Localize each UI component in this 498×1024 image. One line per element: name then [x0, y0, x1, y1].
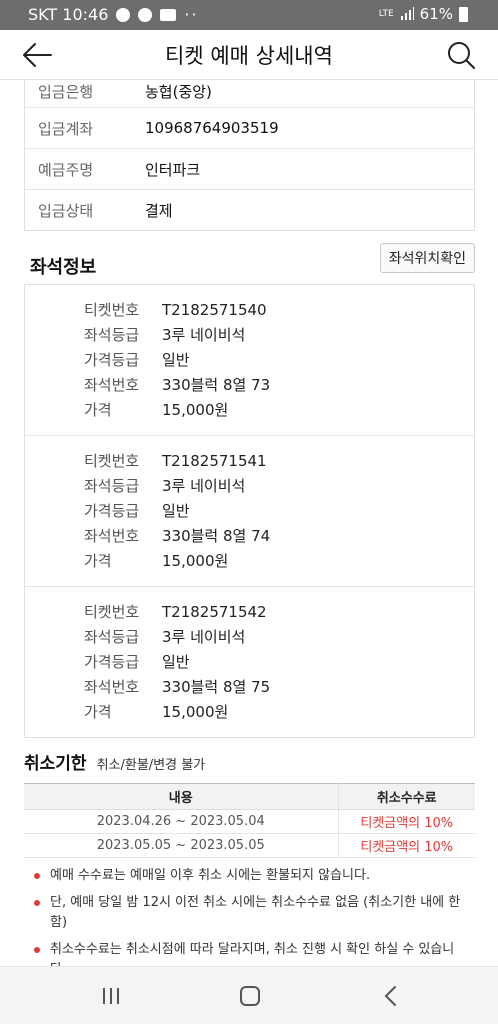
system-nav-bar: [0, 966, 498, 1024]
seat-info-title: 좌석정보: [30, 257, 97, 278]
ticket-item: 티켓번호 T2182571541 좌석등급 3루 네이비석 가격등급 일반 좌석번호 3…: [25, 435, 474, 586]
price-grade-value: 일반: [162, 653, 190, 671]
image-icon: [160, 8, 177, 21]
ticket-row: 가격등급 일반: [25, 649, 474, 674]
signal-icon: [400, 7, 414, 20]
seat-grade-value: 3루 네이비석: [162, 628, 246, 646]
deposit-row-bank: 입금은행 농협(중앙): [25, 80, 474, 107]
price-grade-value: 일반: [162, 502, 190, 520]
deposit-row-holder: 예금주명 인터파크: [25, 148, 474, 189]
price-grade-label: 가격등급: [84, 653, 140, 671]
seat-no-label: 좌석번호: [84, 527, 140, 545]
price-value: 15,000원: [162, 552, 229, 570]
deposit-label: 예금주명: [38, 160, 94, 179]
ticket-row: 티켓번호 T2182571541: [25, 448, 474, 473]
ticket-no-label: 티켓번호: [84, 452, 140, 470]
cancel-deadline-header: 취소기한 취소/환불/변경 불가: [24, 749, 205, 774]
note-item: 취소수수료는 취소시점에 따라 달라지며, 취소 진행 시 확인 하실 수 있습…: [34, 940, 470, 966]
chat-icon: [116, 7, 131, 22]
price-value: 15,000원: [162, 703, 229, 721]
ticket-item: 티켓번호 T2182571542 좌석등급 3루 네이비석 가격등급 일반 좌석번호 3…: [25, 586, 474, 737]
price-value: 15,000원: [162, 401, 229, 419]
deposit-value: 인터파크: [145, 160, 201, 179]
deposit-label: 입금상태: [38, 201, 94, 220]
seat-no-value: 330블럭 8열 74: [162, 527, 271, 545]
note-item: 예매 수수료는 예매일 이후 취소 시에는 환불되지 않습니다.: [34, 866, 470, 886]
deposit-row-account: 입금계좌 10968764903519: [25, 107, 474, 148]
cancel-fee-table: 내용 취소수수료 2023.04.26 ~ 2023.05.04 티켓금액의 1…: [24, 783, 475, 858]
carrier-time: SKT 10:46: [28, 5, 109, 24]
ticket-row: 가격 15,000원: [25, 699, 474, 724]
table-header-row: 내용 취소수수료: [24, 783, 475, 810]
battery-icon: [459, 6, 468, 22]
column-header-content: 내용: [24, 783, 339, 810]
ticket-list: 티켓번호 T2182571540 좌석등급 3루 네이비석 가격등급 일반 좌석번호 3…: [24, 284, 475, 738]
price-label: 가격: [84, 703, 112, 721]
deposit-value: 결제: [145, 201, 173, 220]
ticket-no-label: 티켓번호: [84, 603, 140, 621]
recent-apps-icon[interactable]: [96, 983, 126, 1009]
ticket-row: 좌석번호 330블럭 8열 73: [25, 372, 474, 397]
ticket-no-value: T2182571542: [162, 602, 267, 621]
seat-no-value: 330블럭 8열 75: [162, 678, 271, 696]
seat-grade-label: 좌석등급: [84, 628, 140, 646]
cancel-notes: 예매 수수료는 예매일 이후 취소 시에는 환불되지 않습니다. 단, 예매 당…: [34, 866, 470, 966]
price-grade-label: 가격등급: [84, 351, 140, 369]
table-row: 2023.05.05 ~ 2023.05.05 티켓금액의 10%: [24, 833, 475, 858]
price-grade-label: 가격등급: [84, 502, 140, 520]
ticket-row: 가격등급 일반: [25, 347, 474, 372]
ticket-row: 가격 15,000원: [25, 397, 474, 422]
column-header-fee: 취소수수료: [338, 783, 475, 810]
seat-grade-label: 좌석등급: [84, 326, 140, 344]
search-icon[interactable]: [446, 40, 476, 70]
period-cell: 2023.04.26 ~ 2023.05.04: [24, 809, 339, 834]
ticket-row: 좌석등급 3루 네이비석: [25, 473, 474, 498]
cancel-deadline-title: 취소기한: [24, 754, 87, 774]
battery-level: 61%: [419, 5, 453, 23]
home-icon[interactable]: [235, 983, 265, 1009]
ticket-no-label: 티켓번호: [84, 301, 140, 319]
deposit-info: 입금은행 농협(중앙) 입금계좌 10968764903519 예금주명 인터파…: [24, 80, 475, 231]
ticket-row: 티켓번호 T2182571542: [25, 599, 474, 624]
period-cell: 2023.05.05 ~ 2023.05.05: [24, 833, 339, 858]
deposit-label: 입금은행: [38, 83, 94, 101]
seat-grade-value: 3루 네이비석: [162, 477, 246, 495]
price-grade-value: 일반: [162, 351, 190, 369]
ticket-no-value: T2182571540: [162, 300, 267, 319]
fee-cell: 티켓금액의 10%: [338, 833, 475, 858]
ticket-row: 가격 15,000원: [25, 548, 474, 573]
app-header: 티켓 예매 상세내역: [0, 30, 498, 80]
note-item: 단, 예매 당일 밤 12시 이전 취소 시에는 취소수수료 없음 (취소기한 …: [34, 893, 470, 933]
ticket-row: 가격등급 일반: [25, 498, 474, 523]
deposit-label: 입금계좌: [38, 119, 94, 138]
ticket-item: 티켓번호 T2182571540 좌석등급 3루 네이비석 가격등급 일반 좌석번호 3…: [25, 285, 474, 435]
status-bar: SKT 10:46 ·· LTE 61%: [0, 0, 498, 30]
content-area[interactable]: 입금은행 농협(중앙) 입금계좌 10968764903519 예금주명 인터파…: [0, 80, 498, 966]
ticket-row: 좌석등급 3루 네이비석: [25, 322, 474, 347]
price-label: 가격: [84, 401, 112, 419]
ticket-row: 티켓번호 T2182571540: [25, 297, 474, 322]
table-row: 2023.04.26 ~ 2023.05.04 티켓금액의 10%: [24, 809, 475, 834]
deposit-row-status: 입금상태 결제: [25, 189, 474, 230]
page-title: 티켓 예매 상세내역: [165, 44, 333, 68]
fee-cell: 티켓금액의 10%: [338, 809, 475, 834]
settings-icon: [138, 7, 153, 22]
price-label: 가격: [84, 552, 112, 570]
seat-grade-value: 3루 네이비석: [162, 326, 246, 344]
more-notifications-icon: ··: [184, 5, 199, 24]
deposit-value: 10968764903519: [145, 119, 279, 137]
seat-no-label: 좌석번호: [84, 678, 140, 696]
seat-no-value: 330블럭 8열 73: [162, 376, 271, 394]
ticket-row: 좌석등급 3루 네이비석: [25, 624, 474, 649]
seat-no-label: 좌석번호: [84, 376, 140, 394]
cancel-deadline-note: 취소/환불/변경 불가: [96, 758, 206, 773]
network-type: LTE: [378, 8, 394, 19]
ticket-row: 좌석번호 330블럭 8열 75: [25, 674, 474, 699]
ticket-row: 좌석번호 330블럭 8열 74: [25, 523, 474, 548]
back-icon[interactable]: [376, 983, 406, 1009]
seat-grade-label: 좌석등급: [84, 477, 140, 495]
deposit-value: 농협(중앙): [145, 83, 212, 101]
ticket-no-value: T2182571541: [162, 451, 267, 470]
seat-location-button[interactable]: 좌석위치확인: [379, 243, 475, 273]
